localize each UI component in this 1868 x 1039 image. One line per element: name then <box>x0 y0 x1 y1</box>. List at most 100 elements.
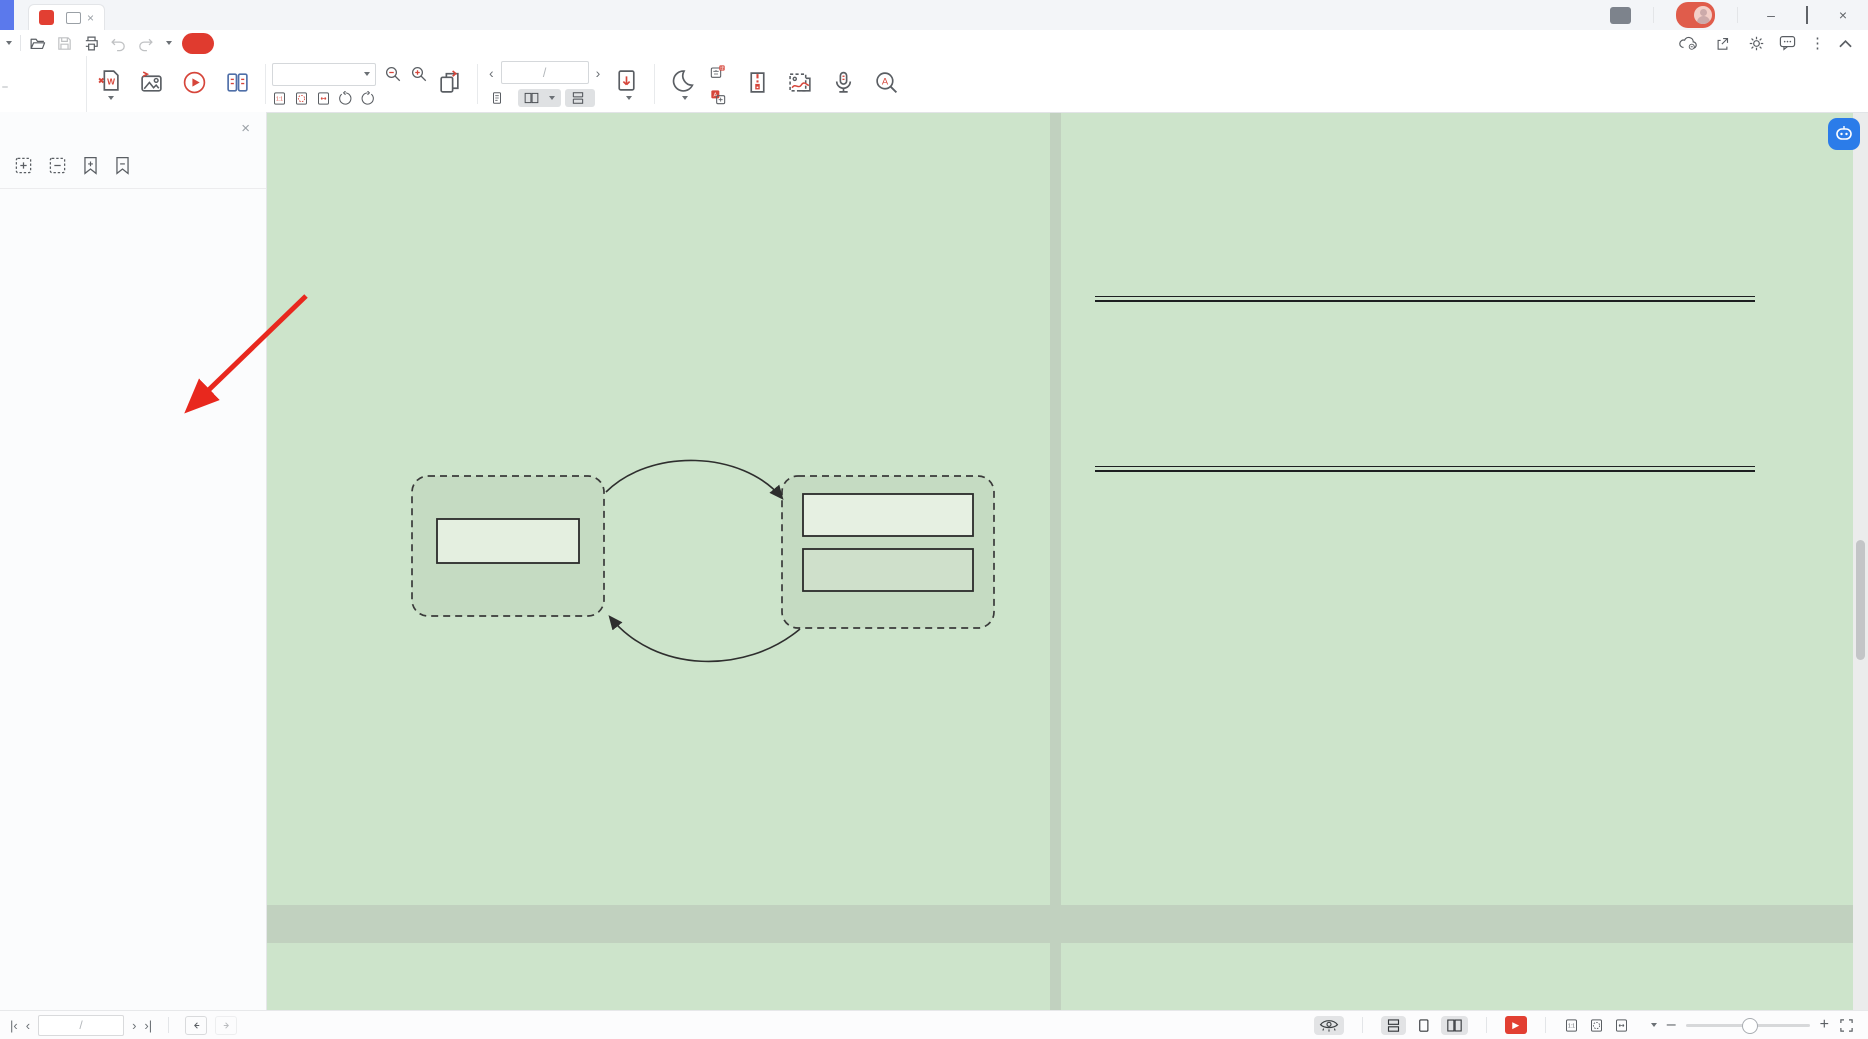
statusbar-page-input[interactable]: / <box>38 1015 124 1036</box>
forward-arrow-icon <box>221 1020 232 1031</box>
zoom-in-icon[interactable] <box>410 65 428 83</box>
qat-more-icon[interactable] <box>166 41 172 45</box>
redo-icon[interactable] <box>137 35 154 52</box>
chevron-down-icon <box>6 41 12 45</box>
menu-tab-start[interactable] <box>182 33 214 54</box>
fit-width-icon[interactable] <box>1614 1018 1629 1033</box>
vertical-scrollbar-thumb[interactable] <box>1856 540 1865 660</box>
word-translate-button[interactable]: 译 <box>704 62 736 82</box>
add-bookmark-icon[interactable] <box>82 156 99 175</box>
dropdown-icon <box>1651 1023 1657 1027</box>
actual-size-icon[interactable]: 1:1 <box>272 91 287 106</box>
jit-arrow <box>606 460 782 498</box>
fit-width-icon[interactable] <box>316 91 331 106</box>
page-number-input[interactable]: / <box>501 61 589 84</box>
first-page-icon[interactable]: |‹ <box>10 1018 18 1033</box>
rotate-right-icon[interactable] <box>360 91 375 106</box>
delete-bookmark-icon[interactable] <box>114 156 131 175</box>
double-page-view-button[interactable] <box>518 89 561 107</box>
divider <box>1653 7 1654 23</box>
fullscreen-icon[interactable] <box>1839 1018 1854 1033</box>
pdf-to-office-button[interactable]: W <box>87 58 130 110</box>
eye-protection-button[interactable] <box>1314 1016 1344 1035</box>
divider <box>1486 1017 1487 1033</box>
divider <box>0 188 266 189</box>
file-menu-partial[interactable] <box>0 41 12 45</box>
zoom-out-icon[interactable] <box>384 65 402 83</box>
rotate-document-button[interactable] <box>428 58 471 110</box>
menubar: ⋮ <box>0 30 1868 56</box>
find-button[interactable]: A <box>865 58 908 110</box>
divider <box>1737 7 1738 23</box>
more-menu-icon[interactable]: ⋮ <box>1810 34 1825 52</box>
previous-page-icon[interactable]: ‹ <box>484 65 499 81</box>
eye-icon <box>1319 1018 1339 1033</box>
history-back-button[interactable] <box>185 1016 207 1035</box>
compress-button[interactable] <box>736 58 779 110</box>
previous-page-icon[interactable]: ‹ <box>26 1018 30 1033</box>
rotate-left-icon[interactable] <box>338 91 353 106</box>
play-slideshow-button[interactable]: ▶ <box>1505 1016 1527 1034</box>
last-page-icon[interactable]: ›| <box>144 1018 152 1033</box>
floating-assistant-button[interactable] <box>1828 118 1860 150</box>
bookmarks-sidebar: × <box>0 112 267 1010</box>
double-page-toggle[interactable] <box>1441 1016 1468 1035</box>
single-page-toggle[interactable] <box>1416 1018 1431 1033</box>
single-page-view-button[interactable] <box>484 89 514 107</box>
sync-status[interactable] <box>1679 36 1701 50</box>
background-button[interactable] <box>661 58 704 110</box>
svg-text:W: W <box>107 77 115 87</box>
back-arrow-icon <box>191 1020 202 1031</box>
settings-gear-icon[interactable] <box>1748 35 1765 52</box>
document-tab[interactable]: × <box>28 4 105 31</box>
sidebar-close-icon[interactable]: × <box>241 120 250 137</box>
collapse-all-icon[interactable] <box>48 156 67 175</box>
zoom-in-button[interactable]: + <box>1820 1016 1829 1034</box>
next-page-icon[interactable]: › <box>132 1018 136 1033</box>
document-area <box>0 0 1868 1038</box>
read-mode-button[interactable] <box>216 58 259 110</box>
undo-icon[interactable] <box>110 35 127 52</box>
zoom-slider-knob[interactable] <box>1742 1018 1758 1034</box>
fit-page-icon[interactable] <box>294 91 309 106</box>
print-icon[interactable] <box>83 35 100 52</box>
pdf-to-image-icon <box>139 70 164 95</box>
fit-page-icon[interactable] <box>1589 1018 1604 1033</box>
full-translate-button[interactable]: A <box>704 87 736 107</box>
zoom-level-dropdown[interactable] <box>272 63 376 86</box>
pdf-to-image-button[interactable] <box>130 58 173 110</box>
share-button[interactable] <box>1715 36 1734 51</box>
dropdown-icon <box>682 96 688 100</box>
save-icon[interactable] <box>56 35 73 52</box>
divider <box>168 1017 169 1033</box>
screenshot-compare-button[interactable] <box>779 58 822 110</box>
play-button[interactable] <box>173 58 216 110</box>
expand-all-icon[interactable] <box>14 156 33 175</box>
zoom-slider[interactable] <box>1686 1024 1810 1027</box>
next-page-icon[interactable]: › <box>591 65 606 81</box>
minimize-button[interactable]: – <box>1760 7 1782 23</box>
restore-button[interactable] <box>1796 7 1818 23</box>
reader-mode-icon[interactable] <box>66 12 81 24</box>
auto-scroll-button[interactable] <box>605 58 648 110</box>
app-logo[interactable] <box>0 0 14 30</box>
tab-close-icon[interactable]: × <box>87 12 94 24</box>
page-navigation-group: ‹ / › <box>484 58 605 110</box>
clipped-label-bottom <box>2 86 8 88</box>
open-file-icon[interactable] <box>29 35 46 52</box>
zoom-out-button[interactable]: – <box>1667 1016 1676 1034</box>
deopt-arrow <box>610 617 800 661</box>
statusbar: |‹ ‹ / › ›| ▶ 1:1 – + <box>0 1010 1868 1039</box>
share-icon <box>1715 36 1730 51</box>
continuous-reading-button[interactable] <box>565 89 595 107</box>
feedback-comment-icon[interactable] <box>1779 35 1796 51</box>
collapse-ribbon-icon[interactable] <box>1839 39 1852 48</box>
close-button[interactable]: × <box>1832 7 1854 23</box>
history-forward-button[interactable] <box>215 1016 237 1035</box>
read-aloud-button[interactable] <box>822 58 865 110</box>
guest-login-button[interactable] <box>1676 2 1715 28</box>
actual-size-icon[interactable]: 1:1 <box>1564 1018 1579 1033</box>
notification-badge[interactable] <box>1610 7 1631 24</box>
continuous-view-toggle[interactable] <box>1381 1016 1406 1035</box>
ribbon-toolbar: W 1:1 ‹ / › <box>0 56 1868 113</box>
